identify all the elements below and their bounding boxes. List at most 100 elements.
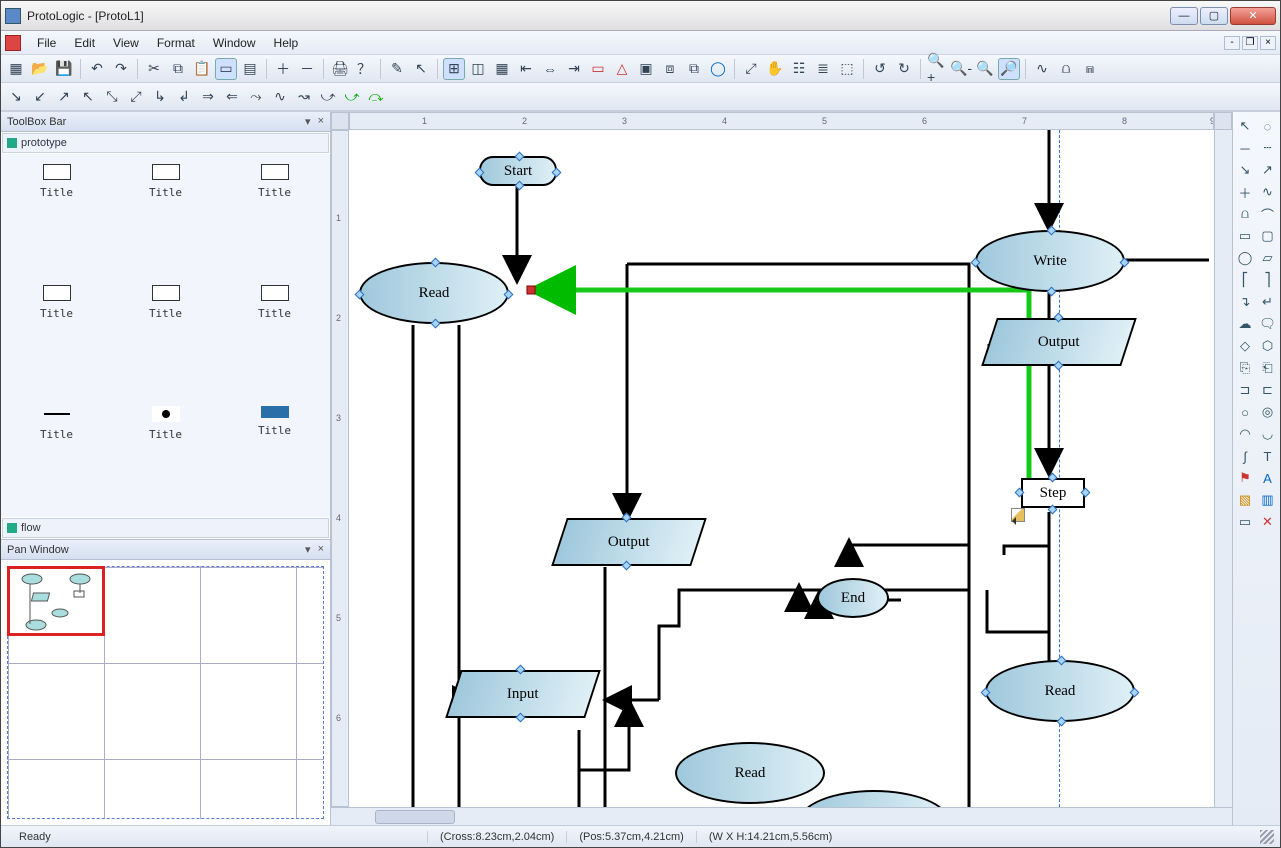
arrow-line2-icon[interactable]: ↗ bbox=[1258, 160, 1278, 180]
flag-icon[interactable]: ⚑ bbox=[1235, 468, 1255, 488]
conn2-icon[interactable]: ↵ bbox=[1258, 292, 1278, 312]
undo-icon[interactable]: ↶ bbox=[86, 58, 108, 80]
conn-1-icon[interactable]: ↘ bbox=[5, 86, 27, 108]
arc3-icon[interactable]: ◡ bbox=[1258, 424, 1278, 444]
conn-5-icon[interactable]: ⤡ bbox=[101, 86, 123, 108]
shape-crop-icon[interactable]: ⧉ bbox=[683, 58, 705, 80]
para-icon[interactable]: ▱ bbox=[1258, 248, 1278, 268]
align-left-icon[interactable]: ⇤ bbox=[515, 58, 537, 80]
shape-rect-icon[interactable]: ▭ bbox=[587, 58, 609, 80]
roundrect-icon[interactable]: ▢ bbox=[1258, 226, 1278, 246]
menu-window[interactable]: Window bbox=[205, 34, 264, 52]
toolbox-header[interactable]: ToolBox Bar ▾ × bbox=[1, 112, 330, 132]
graph2-icon[interactable]: ⩍ bbox=[1055, 58, 1077, 80]
align-right-icon[interactable]: ⇥ bbox=[563, 58, 585, 80]
conn-11-icon[interactable]: ⤳ bbox=[245, 86, 267, 108]
s-curve-icon[interactable]: ∫ bbox=[1235, 446, 1255, 466]
node-partial[interactable] bbox=[799, 790, 949, 807]
menu-file[interactable]: File bbox=[29, 34, 64, 52]
ellipse-icon[interactable]: ◯ bbox=[1235, 248, 1255, 268]
shape-circle-icon[interactable]: ◯ bbox=[707, 58, 729, 80]
pan-icon[interactable]: ✋ bbox=[764, 58, 786, 80]
scrollbar-vertical[interactable] bbox=[1214, 130, 1232, 807]
zoom-region-icon[interactable]: 🔎 bbox=[998, 58, 1020, 80]
node-read[interactable]: Read bbox=[985, 660, 1135, 722]
ruler-vertical[interactable]: 1 2 3 4 5 6 bbox=[331, 130, 349, 807]
menu-edit[interactable]: Edit bbox=[66, 34, 103, 52]
shape-frame-icon[interactable]: ⧈ bbox=[659, 58, 681, 80]
image-icon[interactable]: ▧ bbox=[1235, 490, 1255, 510]
conn-13-icon[interactable]: ↝ bbox=[293, 86, 315, 108]
graph3-icon[interactable]: ⩎ bbox=[1079, 58, 1101, 80]
mdi-minimize-button[interactable]: - bbox=[1224, 36, 1240, 50]
pin-icon[interactable]: ▾ bbox=[305, 543, 311, 556]
maximize-button[interactable]: ▢ bbox=[1200, 7, 1228, 25]
palette-item[interactable]: Title bbox=[5, 406, 108, 507]
plus-icon[interactable]: ＋ bbox=[1235, 182, 1255, 202]
pan-viewport[interactable] bbox=[7, 566, 105, 636]
help-icon[interactable]: ？ bbox=[353, 58, 375, 80]
rect-tool-icon[interactable]: ▭ bbox=[1235, 226, 1255, 246]
cloud-icon[interactable]: ☁ bbox=[1235, 314, 1255, 334]
save-icon[interactable]: 💾 bbox=[53, 58, 75, 80]
node-input[interactable]: Input bbox=[445, 670, 601, 718]
conn-16-icon[interactable]: ⤼ bbox=[365, 86, 387, 108]
align-center-icon[interactable]: ⇔ bbox=[539, 58, 561, 80]
pin-icon[interactable]: ▾ bbox=[305, 115, 311, 128]
node-read[interactable]: Read bbox=[675, 742, 825, 804]
mdi-restore-button[interactable]: ❐ bbox=[1242, 36, 1258, 50]
conn-3-icon[interactable]: ↗ bbox=[53, 86, 75, 108]
window-icon[interactable]: ▭ bbox=[1235, 512, 1255, 532]
node-output[interactable]: Output bbox=[551, 518, 707, 566]
palette-item[interactable]: Title bbox=[114, 164, 217, 265]
hex-icon[interactable]: ⬡ bbox=[1258, 336, 1278, 356]
conn1-icon[interactable]: ↴ bbox=[1235, 292, 1255, 312]
conn-6-icon[interactable]: ⤢ bbox=[125, 86, 147, 108]
conn-14-icon[interactable]: ⤻ bbox=[317, 86, 339, 108]
font-icon[interactable]: A bbox=[1258, 468, 1278, 488]
mdi-close-button[interactable]: × bbox=[1260, 36, 1276, 50]
add-icon[interactable]: ＋ bbox=[272, 58, 294, 80]
note-icon[interactable]: ⎗ bbox=[1258, 358, 1278, 378]
node-end[interactable]: End bbox=[817, 578, 889, 618]
tab2-icon[interactable]: ⊏ bbox=[1258, 380, 1278, 400]
palette-item[interactable]: Title bbox=[223, 164, 326, 265]
conn-2-icon[interactable]: ↙ bbox=[29, 86, 51, 108]
bring-front-icon[interactable]: ⬚ bbox=[836, 58, 858, 80]
diagram-canvas[interactable]: Start Read Write Output bbox=[349, 130, 1214, 807]
palette-item[interactable]: Title bbox=[223, 285, 326, 386]
conn-15-icon[interactable]: ⤻ bbox=[341, 86, 363, 108]
copy-icon[interactable]: ⧉ bbox=[167, 58, 189, 80]
node-write[interactable]: Write bbox=[975, 230, 1125, 292]
conn-8-icon[interactable]: ↲ bbox=[173, 86, 195, 108]
shape-group-icon[interactable]: ▣ bbox=[635, 58, 657, 80]
arc-icon[interactable]: ⌒ bbox=[1258, 204, 1278, 224]
ruler-horizontal[interactable]: 1 2 3 4 5 6 7 8 9 bbox=[349, 112, 1214, 130]
snap-grid-icon[interactable]: ⊞ bbox=[443, 58, 465, 80]
node-step[interactable]: Step bbox=[1021, 478, 1085, 508]
palette-item[interactable]: Title bbox=[5, 285, 108, 386]
pan-window-body[interactable] bbox=[1, 560, 330, 825]
tab-icon[interactable]: ⊐ bbox=[1235, 380, 1255, 400]
pointer-icon[interactable]: ↖ bbox=[410, 58, 432, 80]
palette-item[interactable]: Title bbox=[223, 406, 326, 507]
node-output[interactable]: Output bbox=[981, 318, 1137, 366]
line-tool-icon[interactable]: ─ bbox=[1235, 138, 1255, 158]
text-tool-icon[interactable]: T bbox=[1258, 446, 1278, 466]
snap-node-icon[interactable]: ◫ bbox=[467, 58, 489, 80]
close-button[interactable]: ✕ bbox=[1230, 7, 1276, 25]
align-grid-icon[interactable]: ▦ bbox=[491, 58, 513, 80]
ring-icon[interactable]: ◎ bbox=[1258, 402, 1278, 422]
arrow-tool-icon[interactable]: ↖ bbox=[1235, 116, 1255, 136]
paste-icon[interactable]: 📋 bbox=[191, 58, 213, 80]
conn-7-icon[interactable]: ↳ bbox=[149, 86, 171, 108]
diamond-icon[interactable]: ◇ bbox=[1235, 336, 1255, 356]
callout-icon[interactable]: 🗨 bbox=[1258, 314, 1278, 334]
palette-item[interactable]: Title bbox=[114, 406, 217, 507]
minimize-button[interactable]: — bbox=[1170, 7, 1198, 25]
chart-icon[interactable]: ▥ bbox=[1258, 490, 1278, 510]
redo-icon[interactable]: ↷ bbox=[110, 58, 132, 80]
menu-format[interactable]: Format bbox=[149, 34, 203, 52]
toolbox-section-prototype[interactable]: prototype bbox=[2, 133, 329, 153]
circle-icon[interactable]: ○ bbox=[1235, 402, 1255, 422]
